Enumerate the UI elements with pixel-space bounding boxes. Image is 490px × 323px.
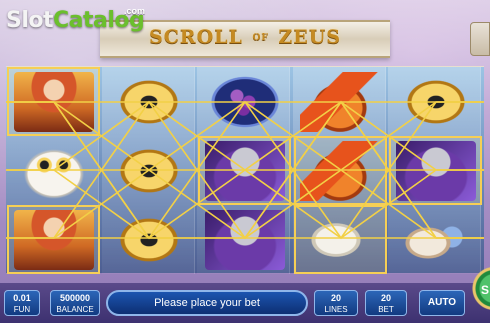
reel-cell [7,136,100,205]
reels-area [6,66,484,274]
coin-value: 0.01 [13,293,31,303]
helmet-symbol-icon [300,140,381,201]
balance-display: 500000 BALANCE [50,290,100,316]
reel-cell [103,136,196,205]
status-message: Please place your bet [106,290,308,316]
balance-value: 500000 [59,293,91,303]
reel-cell [103,67,196,136]
auto-button[interactable]: AUTO [419,290,465,316]
reel-cell [389,205,482,274]
shield-symbol-icon [109,209,190,270]
athena-symbol-icon [13,209,94,270]
reel-cell [7,67,100,136]
grapes-symbol-icon [204,71,285,132]
zeus-symbol-icon [204,209,285,270]
lines-button[interactable]: 20 LINES [314,290,358,316]
shield-symbol-icon [109,140,190,201]
menu-button[interactable] [470,22,490,56]
watermark-com: .com [124,6,146,16]
shield-symbol-icon [395,71,476,132]
header: SCROLL OF ZEUS SlotCatalog .com [0,0,490,62]
bet-button[interactable]: 20 BET [365,290,407,316]
reel-cell [389,67,482,136]
balance-label: BALANCE [56,305,94,314]
horn-symbol-icon [395,209,476,270]
shield-symbol-icon [109,71,190,132]
zeus-symbol-icon [204,140,285,201]
helmet-symbol-icon [300,71,381,132]
reel-cell [293,205,387,274]
coin-value-button[interactable]: 0.01 FUN [4,290,40,316]
title-of: OF [252,33,269,43]
athena-symbol-icon [13,71,94,132]
reel-cell [198,205,291,274]
title-word-1: SCROLL [148,26,243,48]
coin-label: FUN [13,305,31,314]
reel-cell [198,67,291,136]
reel-cell [103,205,196,274]
zeus-symbol-icon [395,140,476,201]
bet-label: BET [378,305,394,314]
owl-symbol-icon [13,140,94,201]
title-word-2: ZEUS [278,26,342,48]
lines-value: 20 [330,293,341,303]
eagle-symbol-icon [300,209,381,270]
bet-value: 20 [380,293,391,303]
reel-cell [7,205,100,274]
lines-label: LINES [324,305,348,314]
spin-label: S [481,283,490,297]
reel-cell [198,136,292,205]
reel-cell [293,136,387,205]
watermark-slot: Slot [6,8,54,33]
reel-cell [294,67,387,136]
reel-cell [389,136,483,205]
